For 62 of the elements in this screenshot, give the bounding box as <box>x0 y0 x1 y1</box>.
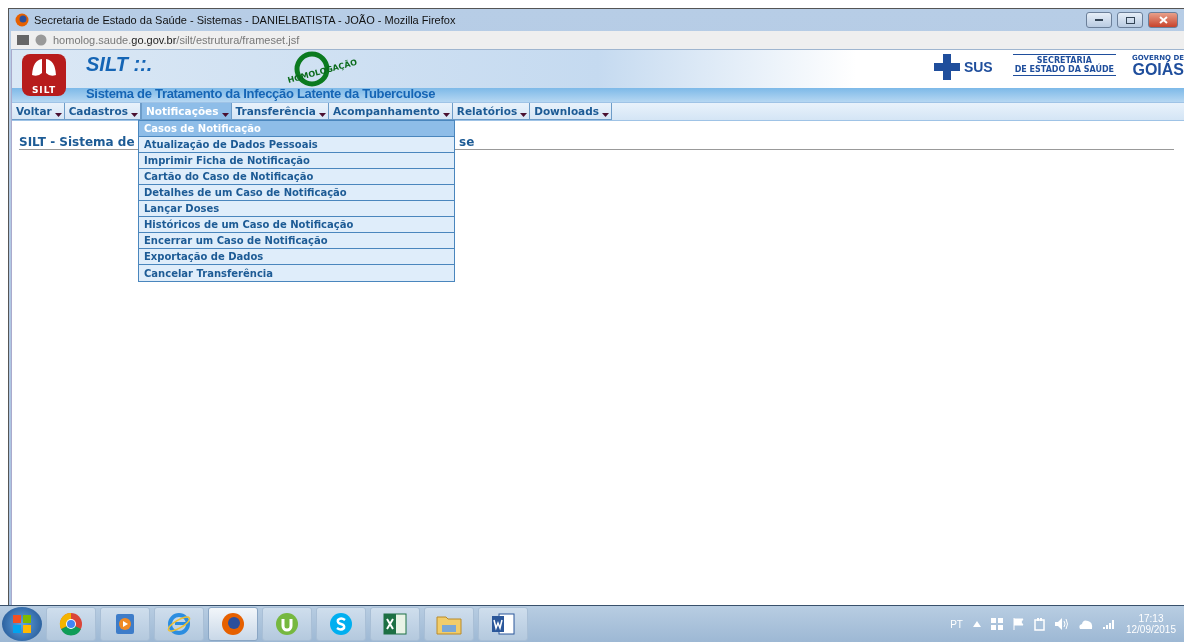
windows-logo-icon <box>13 615 31 633</box>
page-icon <box>17 35 29 45</box>
minimize-button[interactable] <box>1086 12 1112 28</box>
maximize-button[interactable] <box>1117 12 1143 28</box>
taskbar-app[interactable] <box>370 607 420 641</box>
browser-e-icon <box>167 612 191 636</box>
torrent-icon <box>275 612 299 636</box>
lungs-logo: SILT <box>22 54 66 96</box>
start-button[interactable] <box>2 607 42 641</box>
caret-icon <box>442 113 450 117</box>
speaker-icon[interactable] <box>1054 618 1068 630</box>
caret-icon <box>520 113 528 117</box>
flag-icon[interactable] <box>1012 618 1024 630</box>
caret-icon <box>54 113 62 117</box>
dropdown-item[interactable]: Encerrar um Caso de Notificação <box>139 233 454 249</box>
folder-icon <box>436 613 462 635</box>
browser-icon <box>59 612 83 636</box>
dropdown-item[interactable]: Exportação de Dados <box>139 249 454 265</box>
cross-icon <box>933 54 960 80</box>
sus-logo-text: SUS <box>963 59 993 75</box>
caret-icon <box>318 113 326 117</box>
chat-s-icon <box>329 612 353 636</box>
close-icon <box>1158 16 1168 24</box>
app-name: SILT ::. <box>86 53 153 76</box>
taskbar-app[interactable] <box>208 607 258 641</box>
taskbar-app[interactable] <box>100 607 150 641</box>
dropdown-item[interactable]: Lançar Doses <box>139 201 454 217</box>
globe-icon <box>35 34 47 46</box>
caret-icon <box>221 113 229 117</box>
page-heading: SILT - Sistema de <box>19 135 135 149</box>
dropdown-item[interactable]: Cartão do Caso de Notificação <box>139 169 454 185</box>
dropdown-item[interactable]: Históricos de um Caso de Notificação <box>139 217 454 233</box>
menu-item[interactable]: Relatórios <box>452 103 531 120</box>
minimize-icon <box>1095 18 1103 22</box>
page-heading: se <box>459 135 475 149</box>
window-title: Secretaria de Estado da Saúde - Sistemas - DANIELBATISTA - JOÃO - Mozilla Firefox <box>34 14 457 26</box>
taskbar-app[interactable] <box>46 607 96 641</box>
up-arrow-icon[interactable] <box>972 621 981 627</box>
app-subtitle: Sistema de Tratamento da Infecção Latente da Tuberculose <box>86 86 436 101</box>
secretaria-logo: SECRETARIA DE ESTADO DA SAÚDE <box>1012 54 1116 76</box>
caret-icon <box>601 113 609 117</box>
cloud-icon[interactable] <box>1077 619 1093 629</box>
dropdown-item[interactable]: Detalhes de um Caso de Notificação <box>139 185 454 201</box>
dropdown-item[interactable]: Atualização de Dados Pessoais <box>139 137 454 153</box>
windows-logo-icon[interactable] <box>990 618 1003 630</box>
caret-icon <box>130 113 138 117</box>
play-icon <box>115 613 135 635</box>
maximize-icon <box>1125 16 1135 24</box>
document-w-icon <box>491 613 515 635</box>
menu-item[interactable]: Voltar <box>12 103 65 120</box>
menu-item[interactable]: Cadastros <box>64 103 141 120</box>
spreadsheet-icon <box>383 613 407 635</box>
url-text: homolog.saude.go.gov.br/silt/estrutura/frameset.jsf <box>53 34 300 46</box>
close-button[interactable] <box>1148 12 1178 28</box>
menu-item[interactable]: Downloads <box>530 103 612 120</box>
taskbar-app[interactable] <box>478 607 528 641</box>
fox-globe-icon <box>221 612 245 636</box>
signal-icon[interactable] <box>1102 619 1116 629</box>
power-plug-icon[interactable] <box>1033 617 1045 631</box>
fox-globe-icon <box>15 13 29 27</box>
dropdown-item[interactable]: Imprimir Ficha de Notificação <box>139 153 454 169</box>
address-bar[interactable]: homolog.saude.go.gov.br/silt/estrutura/frameset.jsf <box>11 31 1184 50</box>
